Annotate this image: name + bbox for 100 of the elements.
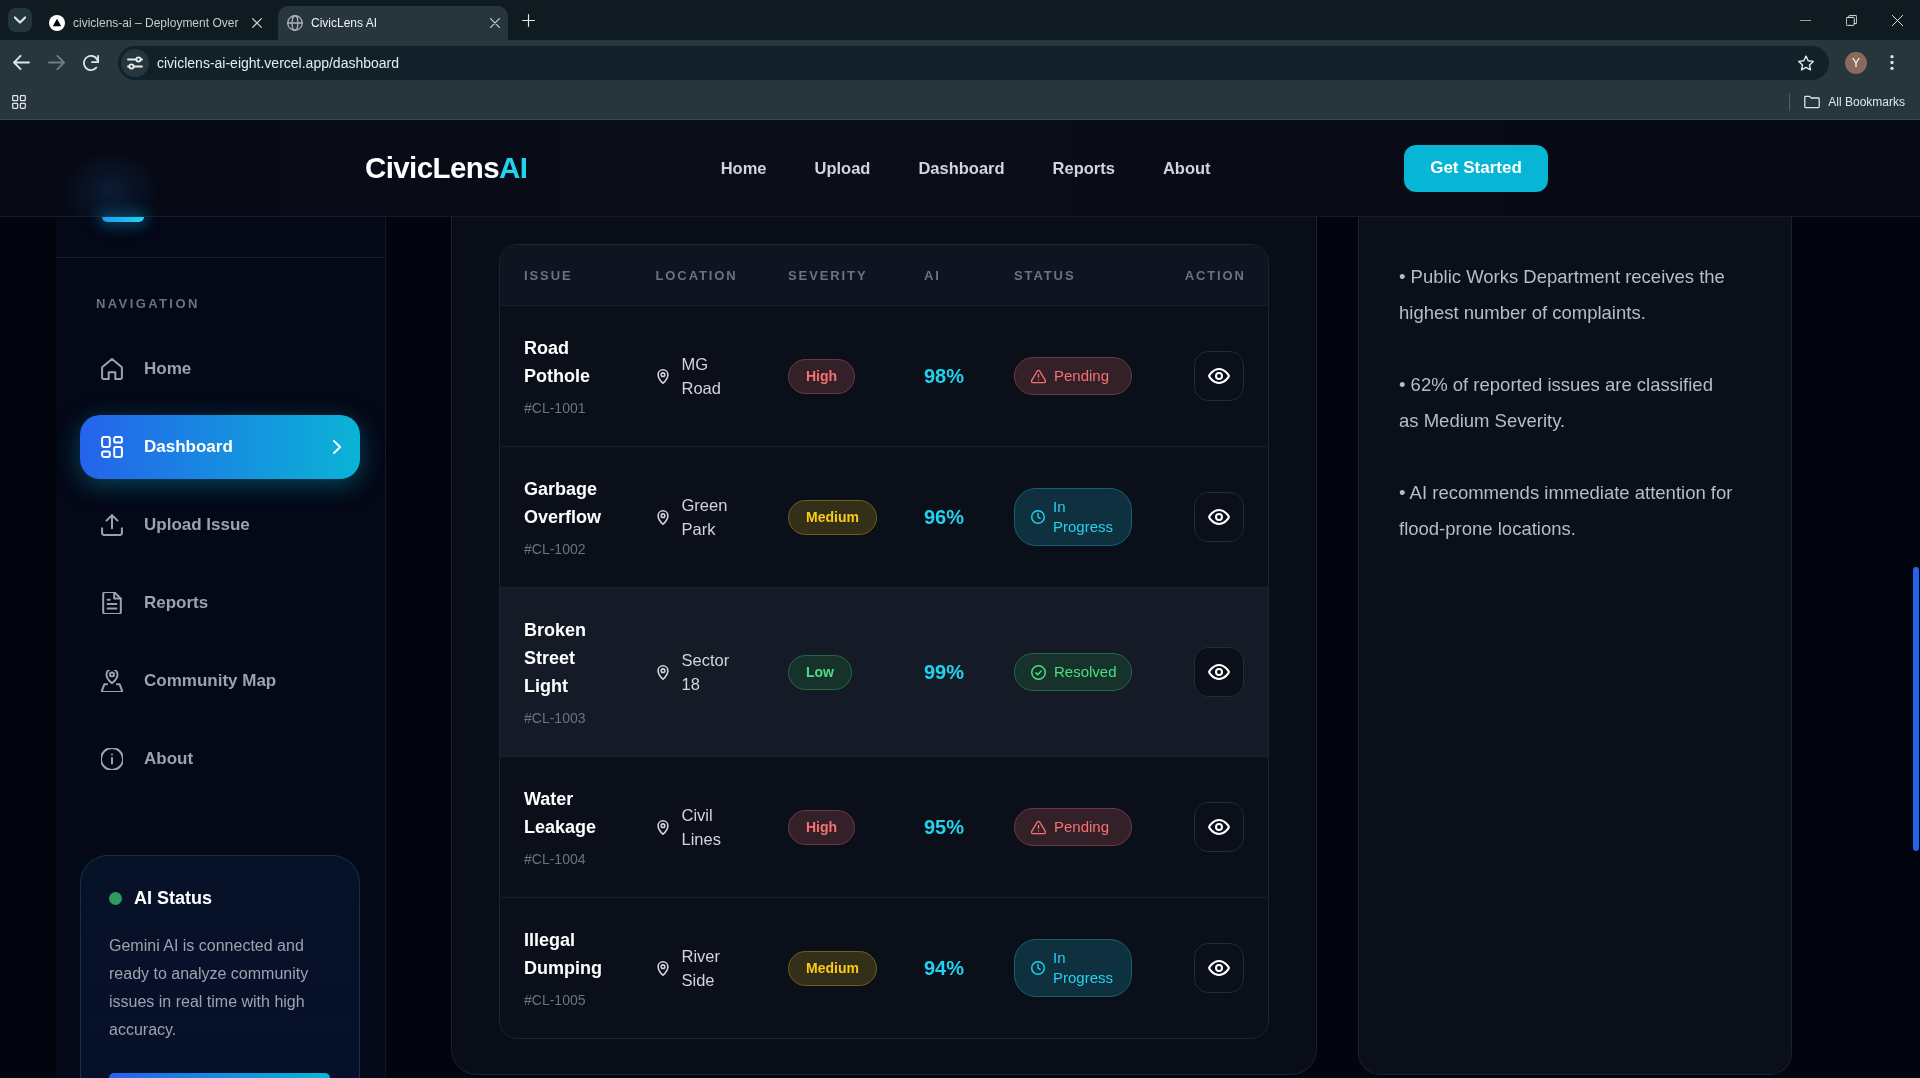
close-icon[interactable] bbox=[252, 18, 262, 28]
issue-title: Garbage Overflow bbox=[524, 478, 603, 529]
column-header: STATUS bbox=[1014, 267, 1076, 283]
warning-icon bbox=[1031, 819, 1046, 835]
column-header: AI bbox=[924, 267, 941, 283]
issue-id: #CL-1001 bbox=[524, 399, 586, 418]
status-label: Pending bbox=[1054, 366, 1110, 386]
insight-text: • 62% of reported issues are classified as Medium Severity. bbox=[1399, 373, 1714, 433]
view-button[interactable] bbox=[1194, 802, 1244, 852]
issue-id: #CL-1005 bbox=[524, 991, 586, 1010]
address-bar[interactable]: civiclens-ai-eight.vercel.app/dashboard bbox=[118, 45, 1829, 80]
eye-icon bbox=[1208, 664, 1230, 680]
severity-badge: High bbox=[788, 358, 856, 394]
minimize-icon[interactable] bbox=[1799, 19, 1811, 21]
reload-icon[interactable] bbox=[83, 54, 99, 71]
location-text: MG Road bbox=[681, 354, 722, 399]
issue-title: Illegal Dumping bbox=[524, 929, 603, 980]
status-label: In Progress bbox=[1053, 948, 1115, 988]
ai-confidence: 96% bbox=[924, 505, 965, 528]
status-label: In Progress bbox=[1053, 497, 1115, 537]
issue-title: Water Leakage bbox=[524, 788, 598, 839]
eye-icon bbox=[1208, 509, 1230, 525]
logo-tile-edge bbox=[102, 217, 144, 222]
status-label: Pending bbox=[1054, 817, 1110, 837]
ai-confidence: 95% bbox=[924, 815, 965, 838]
issue-id: #CL-1002 bbox=[524, 540, 586, 559]
document-icon bbox=[101, 592, 123, 614]
browser-tab[interactable]: civiclens-ai – Deployment Over bbox=[40, 6, 270, 40]
severity-badge: High bbox=[788, 809, 856, 845]
view-button[interactable] bbox=[1194, 492, 1244, 542]
location-text: Green Park bbox=[681, 495, 729, 540]
severity-badge: Medium bbox=[788, 950, 877, 986]
info-icon bbox=[101, 748, 123, 770]
sidebar-item[interactable]: Upload Issue bbox=[80, 493, 360, 557]
insight-text: • Public Works Department receives the highest number of complaints. bbox=[1399, 265, 1726, 325]
tab-list-button[interactable] bbox=[8, 8, 32, 32]
sidebar-item[interactable]: Reports bbox=[80, 571, 360, 635]
home-icon bbox=[101, 358, 123, 380]
location-text: Civil Lines bbox=[681, 805, 722, 850]
clock-icon bbox=[1031, 961, 1045, 975]
plus-icon[interactable] bbox=[522, 13, 535, 27]
issue-id: #CL-1003 bbox=[524, 709, 586, 728]
map-pin-icon bbox=[656, 664, 669, 680]
clock-icon bbox=[1031, 510, 1045, 524]
check-circle-icon bbox=[1031, 664, 1046, 680]
nav-link[interactable]: Home bbox=[720, 158, 767, 178]
location-text: Sector 18 bbox=[681, 650, 731, 695]
nav-link[interactable]: Dashboard bbox=[918, 158, 1005, 178]
profile-avatar[interactable]: Y bbox=[1845, 51, 1867, 74]
issue-title: Road Pothole bbox=[524, 337, 591, 388]
sidebar-item[interactable]: Home bbox=[80, 337, 360, 401]
column-header: ISSUE bbox=[524, 267, 573, 283]
column-header: SEVERITY bbox=[788, 267, 868, 283]
chevron-right-icon bbox=[333, 440, 341, 454]
location-text: River Side bbox=[681, 946, 721, 991]
section-label: NAVIGATION bbox=[96, 296, 200, 312]
column-header: ACTION bbox=[1184, 267, 1246, 283]
logo[interactable]: CivicLensAI bbox=[365, 151, 528, 185]
apps-grid-icon[interactable] bbox=[12, 95, 26, 109]
map-pin-icon bbox=[101, 670, 123, 692]
sidebar-item[interactable]: Community Map bbox=[80, 649, 360, 713]
close-icon[interactable] bbox=[1891, 14, 1903, 26]
map-pin-icon bbox=[656, 368, 669, 384]
map-pin-icon bbox=[656, 819, 669, 835]
insight-text: • AI recommends immediate attention for flood-prone locations. bbox=[1399, 481, 1734, 541]
folder-icon[interactable] bbox=[1804, 95, 1821, 109]
warning-icon bbox=[1031, 368, 1046, 384]
globe-icon bbox=[287, 15, 303, 31]
severity-badge: Medium bbox=[788, 499, 877, 535]
nav-link[interactable]: Upload bbox=[814, 158, 871, 178]
restore-icon[interactable] bbox=[1845, 14, 1857, 26]
kebab-menu-icon[interactable] bbox=[1890, 55, 1894, 70]
map-pin-icon bbox=[656, 960, 669, 976]
eye-icon bbox=[1208, 819, 1230, 835]
column-header: LOCATION bbox=[655, 267, 738, 283]
status-description: Gemini AI is connected and ready to analyze community issues in real time with high accuracy. bbox=[109, 936, 310, 1040]
eye-icon bbox=[1208, 368, 1230, 384]
eye-icon bbox=[1208, 960, 1230, 976]
view-button[interactable] bbox=[1194, 647, 1244, 697]
browser-tab[interactable]: CivicLens AI bbox=[278, 6, 508, 40]
scrollbar-thumb[interactable] bbox=[1913, 567, 1919, 851]
nav-link[interactable]: About bbox=[1162, 158, 1211, 178]
view-button[interactable] bbox=[1194, 943, 1244, 993]
map-pin-icon bbox=[656, 509, 669, 525]
ai-confidence: 98% bbox=[924, 364, 965, 387]
sidebar-item[interactable]: Dashboard bbox=[80, 415, 360, 479]
back-arrow-icon[interactable] bbox=[13, 55, 30, 70]
issue-id: #CL-1004 bbox=[524, 850, 586, 869]
issue-title: Broken Street Light bbox=[524, 619, 587, 698]
upload-icon bbox=[101, 514, 123, 536]
view-button[interactable] bbox=[1194, 351, 1244, 401]
close-icon[interactable] bbox=[490, 18, 500, 28]
chevron-down-icon bbox=[14, 16, 26, 24]
tune-icon[interactable] bbox=[121, 48, 149, 77]
all-bookmarks-link[interactable]: All Bookmarks bbox=[1828, 95, 1905, 109]
ai-confidence: 99% bbox=[924, 660, 965, 683]
star-icon[interactable] bbox=[1798, 54, 1814, 71]
sidebar-item[interactable]: About bbox=[80, 727, 360, 791]
nav-link[interactable]: Reports bbox=[1052, 158, 1115, 178]
status-label: Resolved bbox=[1054, 662, 1117, 682]
